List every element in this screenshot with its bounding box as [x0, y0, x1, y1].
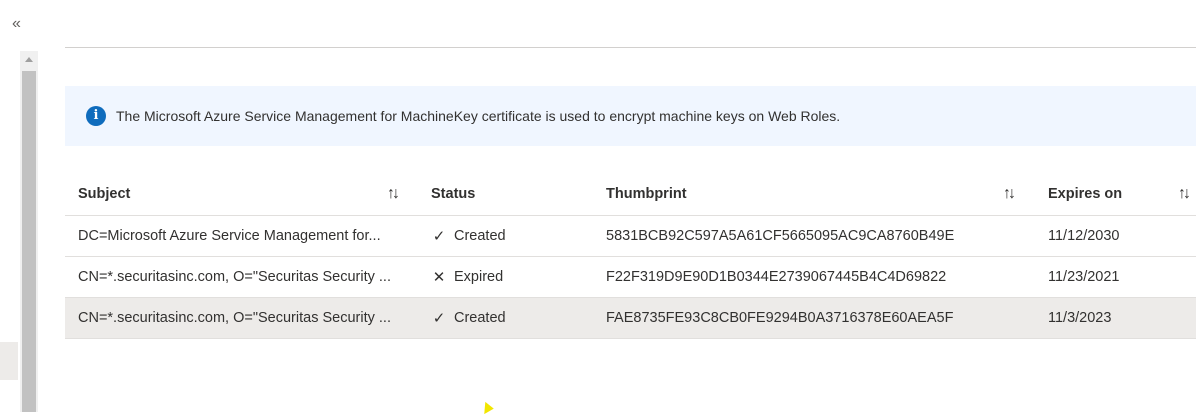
info-message: The Microsoft Azure Service Management f…	[116, 108, 841, 124]
sort-icon[interactable]: ↑↓	[387, 173, 400, 215]
scroll-up-icon[interactable]	[20, 51, 38, 69]
status-label: Created	[454, 310, 506, 326]
subject-cell: DC=Microsoft Azure Service Management fo…	[78, 228, 381, 244]
certificates-table: Subject ↑↓ Status Thumbprint ↑↓ Expires …	[65, 173, 1196, 339]
column-header-status[interactable]: Status	[431, 173, 591, 215]
column-header-subject[interactable]: Subject	[78, 173, 418, 215]
status-label: Expired	[454, 269, 504, 285]
divider	[65, 47, 1196, 48]
subject-cell: CN=*.securitasinc.com, O="Securitas Secu…	[78, 310, 391, 326]
check-icon: ✓	[432, 228, 446, 245]
expires-cell: 11/23/2021	[1048, 269, 1120, 285]
subject-cell: CN=*.securitasinc.com, O="Securitas Secu…	[78, 269, 391, 285]
expires-cell: 11/3/2023	[1048, 310, 1112, 326]
table-row[interactable]: CN=*.securitasinc.com, O="Securitas Secu…	[65, 257, 1196, 298]
status-label: Created	[454, 228, 506, 244]
sort-icon[interactable]: ↑↓	[1003, 173, 1016, 215]
status-cell: ✓ Created	[431, 298, 591, 338]
left-panel-tab[interactable]	[0, 342, 18, 380]
sort-icon[interactable]: ↑↓	[1178, 173, 1191, 215]
thumbprint-cell: F22F319D9E90D1B0344E2739067445B4C4D69822	[606, 269, 947, 285]
column-header-expires-on[interactable]: Expires on	[1048, 173, 1178, 215]
thumbprint-cell: FAE8735FE93C8CB0FE9294B0A3716378E60AEA5F	[606, 310, 954, 326]
info-icon: i	[86, 106, 106, 126]
collapse-sidebar-button[interactable]: «	[12, 14, 21, 34]
scrollbar-thumb[interactable]	[22, 71, 36, 412]
status-cell: ✓ Created	[431, 216, 591, 256]
check-icon: ✓	[432, 310, 446, 327]
expires-cell: 11/12/2030	[1048, 228, 1120, 244]
scrollbar[interactable]	[20, 51, 38, 412]
x-icon: ✕	[432, 269, 446, 286]
thumbprint-cell: 5831BCB92C597A5A61CF5665095AC9CA8760B49E	[606, 228, 955, 244]
table-header-row: Subject ↑↓ Status Thumbprint ↑↓ Expires …	[65, 173, 1196, 216]
column-header-thumbprint[interactable]: Thumbprint	[606, 173, 1026, 215]
status-cell: ✕ Expired	[431, 257, 591, 297]
table-row[interactable]: DC=Microsoft Azure Service Management fo…	[65, 216, 1196, 257]
info-bar: i The Microsoft Azure Service Management…	[65, 86, 1196, 146]
table-row-selected[interactable]: CN=*.securitasinc.com, O="Securitas Secu…	[65, 298, 1196, 339]
